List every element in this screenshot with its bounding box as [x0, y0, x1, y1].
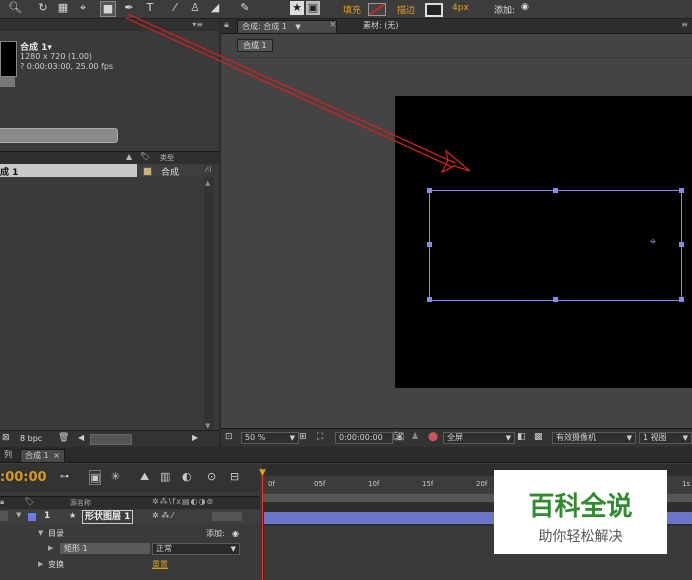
- expand-arrow-icon[interactable]: ▼: [16, 511, 21, 519]
- layer-switches-icons[interactable]: ✲ ⁂ ⁄: [152, 511, 173, 520]
- tab-timeline-comp[interactable]: 合成 1 ×: [20, 449, 65, 462]
- expand-arrow-icon[interactable]: ▼: [38, 527, 43, 540]
- visibility-toggle[interactable]: [0, 511, 8, 521]
- rectangle-group-name[interactable]: 矩形 1: [60, 543, 150, 554]
- tab-render-queue[interactable]: 列: [0, 449, 16, 461]
- transform-label: 变换: [48, 560, 64, 569]
- search-layers-icon[interactable]: ⊶: [60, 472, 69, 482]
- ruler-tick-label: 20f: [476, 480, 488, 488]
- current-time-indicator-line: [262, 470, 263, 580]
- ruler-tick-label: 1s: [682, 480, 691, 488]
- blend-mode-select[interactable]: 正常 ▼: [152, 543, 240, 555]
- layer-index: 1: [44, 511, 51, 521]
- ruler-tick-label: 0f: [268, 480, 275, 488]
- frame-blending-icon[interactable]: ▥: [160, 470, 170, 483]
- lock-column-icon[interactable]: 🔒︎: [0, 497, 4, 507]
- brainstorm-icon[interactable]: ⊟: [230, 470, 239, 483]
- layer-name[interactable]: 形状图层 1: [82, 510, 134, 524]
- watermark-badge: 百科全说 助你轻松解决: [494, 470, 667, 554]
- switches-header-icons: ✲⁂\fx▤◐◑⊚: [152, 497, 215, 506]
- shy-layers-icon[interactable]: ⛰: [140, 470, 149, 484]
- timeline-tab-bar: 列 合成 1 ×: [0, 448, 692, 463]
- collapse-arrow-icon[interactable]: ▶: [38, 558, 43, 571]
- collapse-arrow-icon[interactable]: ▶: [48, 542, 53, 555]
- layer-column-header: 🔒︎ 🏷︎ 源名称 ✲⁂\fx▤◐◑⊚: [0, 496, 260, 509]
- current-time-indicator-head[interactable]: ▼: [259, 468, 266, 478]
- rectangle-group-row[interactable]: ▶ 矩形 1 正常 ▼: [0, 542, 260, 555]
- timeline-controls: :00:00 ⊶ ▣ ✳ ⛰ ▥ ◐ ⊙ ⊟: [0, 464, 260, 492]
- watermark-subtitle: 助你轻松解决: [538, 529, 623, 545]
- layer-switch-boxes[interactable]: [212, 512, 242, 521]
- layer-label-color[interactable]: [28, 513, 36, 521]
- motion-blur-icon[interactable]: ◐: [182, 470, 192, 483]
- blend-mode-value: 正常: [156, 544, 172, 553]
- shape-layer-star-icon: ★: [69, 511, 77, 520]
- contents-row[interactable]: ▼ 目录 添加: ◉: [0, 527, 260, 540]
- ruler-tick-label: 10f: [368, 480, 380, 488]
- contents-label: 目录: [48, 529, 64, 538]
- transform-row[interactable]: ▶ 变换 重置: [0, 558, 260, 571]
- graph-editor-icon[interactable]: ⊙: [207, 470, 216, 483]
- draft-3d-icon[interactable]: ✳: [111, 470, 120, 483]
- label-column-icon[interactable]: 🏷︎: [24, 497, 34, 506]
- close-tab-icon[interactable]: ×: [53, 451, 60, 460]
- contents-add-label[interactable]: 添加:: [206, 527, 225, 540]
- tab-timeline-comp-label: 合成 1: [25, 451, 49, 460]
- watermark-title: 百科全说: [528, 492, 633, 522]
- comp-mini-flowchart-icon[interactable]: ▣: [89, 470, 102, 485]
- ruler-tick-label: 15f: [422, 480, 434, 488]
- transform-reset-link[interactable]: 重置: [152, 558, 168, 571]
- ruler-tick-label: 05f: [314, 480, 326, 488]
- timeline-current-time[interactable]: :00:00: [0, 470, 47, 485]
- tab-render-label: 列: [4, 450, 12, 459]
- add-menu-icon[interactable]: ◉: [232, 527, 239, 540]
- dropdown-arrow-icon: ▼: [230, 545, 236, 553]
- source-name-header[interactable]: 源名称: [70, 498, 91, 508]
- layer-row[interactable]: ▼ 1 ★ 形状图层 1 ✲ ⁂ ⁄: [0, 510, 260, 524]
